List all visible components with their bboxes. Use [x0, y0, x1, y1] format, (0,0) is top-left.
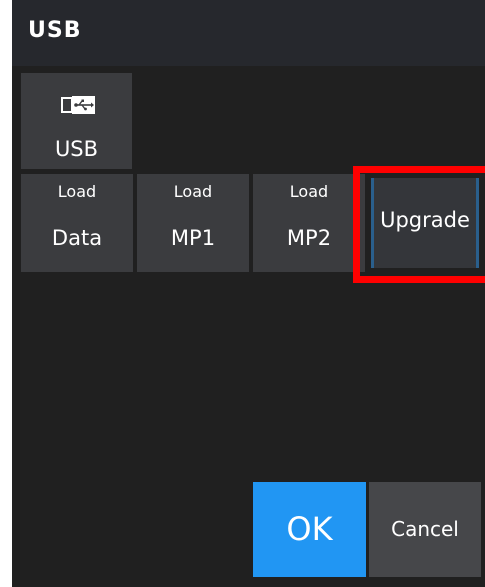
upgrade-label: Upgrade	[380, 208, 470, 232]
load-mp2-top-label: Load	[289, 182, 329, 201]
window-title: USB	[28, 18, 82, 43]
usb-tile[interactable]: USB	[21, 73, 132, 169]
load-mp1-bottom-label: MP1	[170, 226, 216, 250]
upgrade-button[interactable]: Upgrade	[371, 178, 479, 268]
load-data-button[interactable]: Load Data	[21, 174, 133, 272]
ok-button[interactable]: OK	[253, 482, 366, 577]
title-bar: USB	[12, 0, 485, 66]
load-mp2-button[interactable]: Load MP2	[253, 174, 365, 272]
usb-dialog: USB USB Load Data Load MP1 Load MP2 Upgr…	[12, 0, 485, 587]
load-mp2-bottom-label: MP2	[286, 226, 332, 250]
load-data-bottom-label: Data	[51, 226, 103, 250]
load-data-top-label: Load	[57, 182, 97, 201]
load-mp1-top-label: Load	[173, 182, 213, 201]
usb-icon	[61, 96, 95, 114]
cancel-button[interactable]: Cancel	[369, 482, 481, 577]
load-mp1-button[interactable]: Load MP1	[137, 174, 249, 272]
usb-tile-label: USB	[54, 137, 99, 161]
